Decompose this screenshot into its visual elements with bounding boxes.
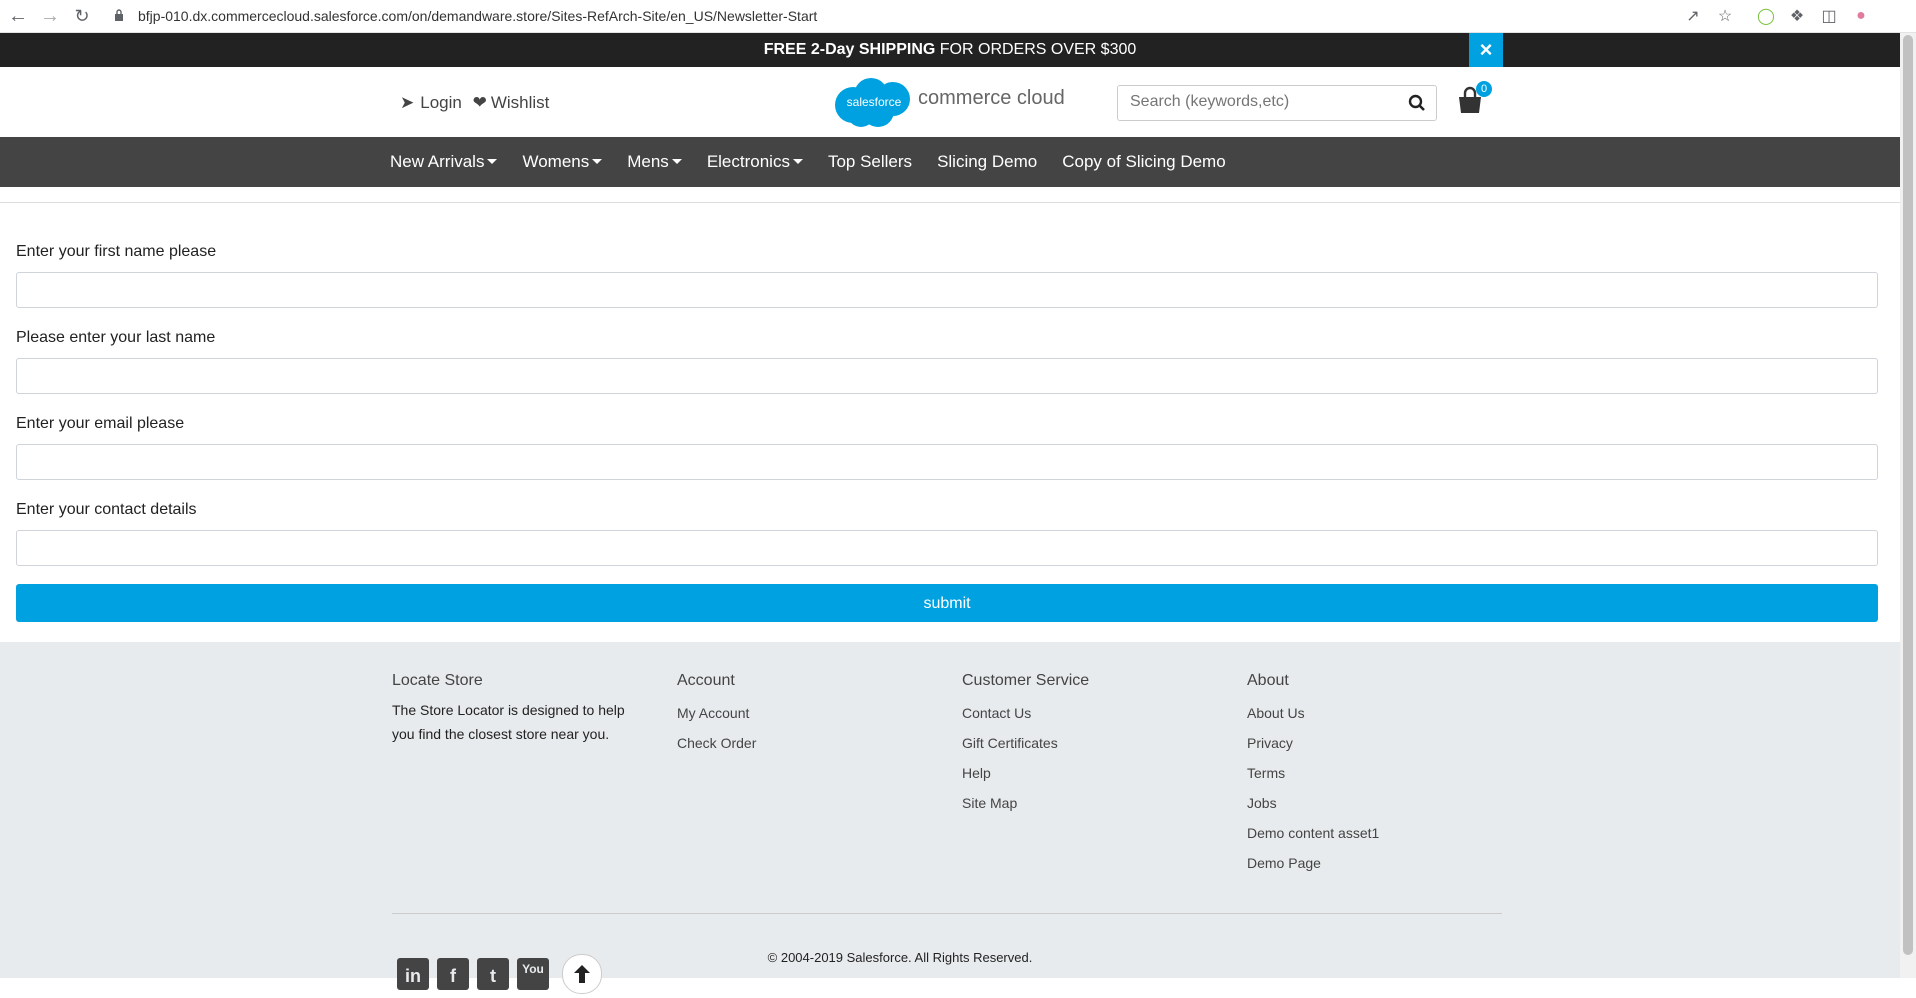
cart-button[interactable]: 0 [1456, 81, 1492, 115]
caret-down-icon [592, 158, 603, 164]
footer-link-privacy[interactable]: Privacy [1247, 728, 1507, 758]
browser-toolbar: ← → ↻ bfjp-010.dx.commercecloud.salesfor… [0, 0, 1916, 33]
nav-item-electronics[interactable]: Electronics [707, 137, 803, 187]
last-name-label: Please enter your last name [16, 329, 216, 346]
sign-in-icon: ➤ [400, 93, 415, 112]
footer-customer-service: Customer Service Contact Us Gift Certific… [962, 672, 1222, 818]
svg-text:salesforce: salesforce [847, 95, 902, 109]
footer-locate-text: The Store Locator is designed to help yo… [392, 702, 625, 742]
search-input[interactable] [1118, 86, 1412, 118]
footer-link-gift-certificates[interactable]: Gift Certificates [962, 728, 1222, 758]
email-input[interactable] [16, 444, 1878, 480]
promo-text: FREE 2-Day SHIPPING FOR ORDERS OVER $300 [763, 41, 1137, 58]
bookmark-star-icon[interactable]: ☆ [1714, 5, 1736, 27]
footer-heading-service: Customer Service [962, 672, 1090, 689]
share-icon[interactable]: ↗ [1682, 5, 1704, 27]
nav-item-copy-of-slicing-demo[interactable]: Copy of Slicing Demo [1062, 137, 1225, 187]
caret-down-icon [671, 158, 682, 164]
cart-count-badge: 0 [1476, 81, 1492, 97]
nav-item-label: Mens [627, 152, 669, 171]
footer-link-site-map[interactable]: Site Map [962, 788, 1222, 818]
nav-item-label: Womens [522, 152, 590, 171]
first-name-label: Enter your first name please [16, 243, 217, 260]
youtube-icon[interactable]: You [517, 958, 549, 990]
site-header: ➤ Login ❤ Wishlist salesforce commerce clo… [0, 67, 1900, 137]
footer-link-terms[interactable]: Terms [1247, 758, 1507, 788]
footer-divider [392, 913, 1502, 914]
twitter-icon[interactable]: t [477, 958, 509, 990]
contact-label: Enter your contact details [16, 501, 197, 518]
footer-link-jobs[interactable]: Jobs [1247, 788, 1507, 818]
close-icon[interactable]: × [1469, 33, 1503, 67]
footer-locate-store: Locate Store The Store Locator is design… [392, 672, 652, 746]
back-to-top-button[interactable] [562, 954, 602, 994]
footer-link-check-order[interactable]: Check Order [677, 728, 937, 758]
profile-avatar-icon[interactable]: ● [1850, 5, 1872, 27]
footer-heading-about: About [1247, 672, 1289, 689]
nav-item-label: Electronics [706, 152, 790, 171]
page-scrollbar[interactable] [1900, 33, 1916, 978]
promo-banner: FREE 2-Day SHIPPING FOR ORDERS OVER $300… [0, 33, 1900, 67]
facebook-icon[interactable]: f [437, 958, 469, 990]
footer-link-demo-page[interactable]: Demo Page [1247, 848, 1507, 878]
nav-item-label: Slicing Demo [937, 152, 1038, 171]
lock-icon [115, 9, 123, 21]
search-box [1117, 85, 1437, 121]
side-panel-icon[interactable]: ◫ [1818, 5, 1840, 27]
caret-down-icon [487, 158, 498, 164]
nav-item-label: New Arrivals [390, 152, 485, 171]
search-icon[interactable] [1408, 94, 1426, 112]
footer-account: Account My Account Check Order [677, 672, 937, 758]
footer-about: About About Us Privacy Terms Jobs Demo conte… [1247, 672, 1507, 878]
copyright: © 2004-2019 Salesforce. All Rights Reser… [767, 950, 1033, 965]
caret-down-icon [792, 158, 803, 164]
footer-link-help[interactable]: Help [962, 758, 1222, 788]
last-name-input[interactable] [16, 358, 1878, 394]
divider [0, 202, 1900, 203]
nav-item-label: Copy of Slicing Demo [1062, 152, 1226, 171]
back-icon[interactable]: ← [6, 4, 30, 28]
nav-item-top-sellers[interactable]: Top Sellers [828, 137, 912, 187]
first-name-input[interactable] [16, 272, 1878, 308]
footer-link-my-account[interactable]: My Account [677, 698, 937, 728]
arrow-up-icon [574, 965, 590, 983]
contact-input[interactable] [16, 530, 1878, 566]
logo-text: commerce cloud [918, 87, 1065, 109]
heart-icon: ❤ [472, 93, 487, 112]
extensions-puzzle-icon[interactable]: ❖ [1786, 5, 1808, 27]
address-bar[interactable]: bfjp-010.dx.commercecloud.salesforce.com… [138, 5, 817, 27]
wishlist-link[interactable]: Wishlist [491, 93, 550, 112]
user-links: ➤ Login ❤ Wishlist [400, 93, 555, 113]
nav-item-label: Top Sellers [827, 152, 913, 171]
reload-icon[interactable]: ↻ [70, 4, 94, 28]
nav-item-mens[interactable]: Mens [627, 137, 682, 187]
salesforce-logo[interactable]: salesforce [833, 75, 915, 129]
email-label: Enter your email please [16, 415, 185, 432]
login-link[interactable]: Login [420, 93, 462, 112]
nav-item-slicing-demo[interactable]: Slicing Demo [937, 137, 1037, 187]
footer-link-demo-content-asset1[interactable]: Demo content asset1 [1247, 818, 1507, 848]
site-footer: Locate Store The Store Locator is design… [0, 642, 1900, 994]
nav-item-womens[interactable]: Womens [522, 137, 603, 187]
forward-icon[interactable]: → [38, 4, 62, 28]
nav-item-new-arrivals[interactable]: New Arrivals [390, 137, 498, 187]
footer-heading-locate[interactable]: Locate Store [392, 672, 652, 690]
footer-heading-account: Account [677, 672, 735, 689]
extension-shield-icon[interactable]: ◯ [1755, 5, 1777, 27]
footer-link-about-us[interactable]: About Us [1247, 698, 1507, 728]
linkedin-icon[interactable]: in [397, 958, 429, 990]
main-navigation: New Arrivals Womens Mens Electronics Top Sel… [0, 137, 1900, 187]
submit-button[interactable]: submit [16, 584, 1878, 622]
scrollbar-thumb[interactable] [1903, 35, 1913, 955]
footer-link-contact-us[interactable]: Contact Us [962, 698, 1222, 728]
